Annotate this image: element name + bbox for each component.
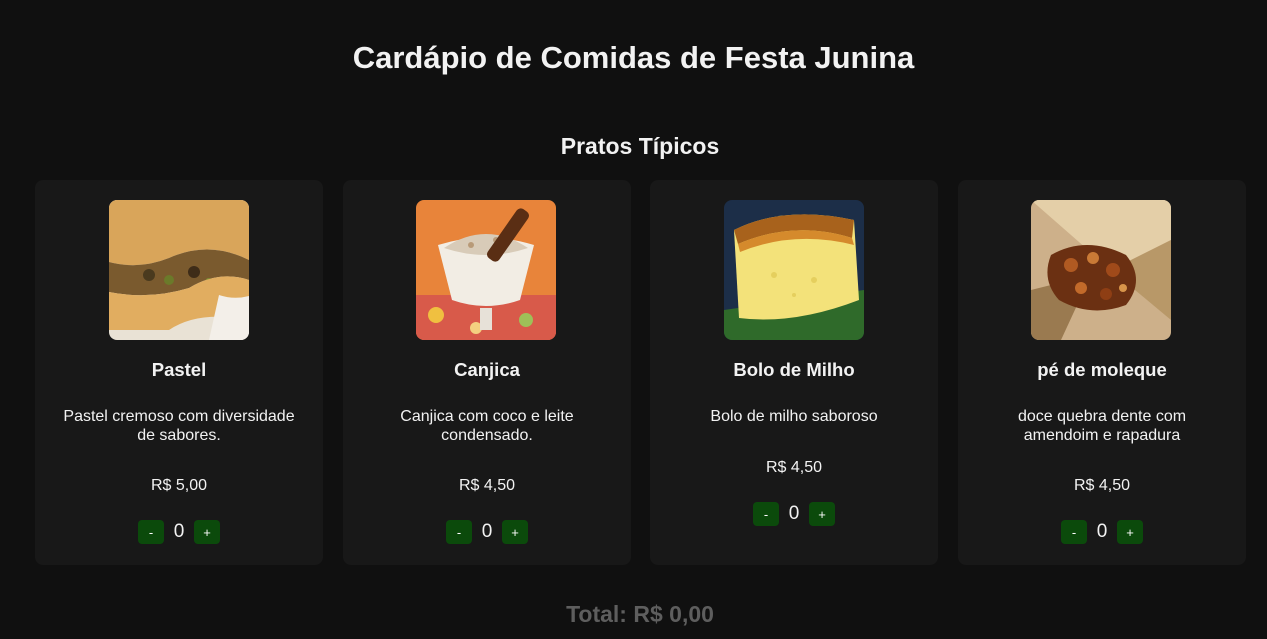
quantity-value: 0 (173, 521, 185, 542)
quantity-value: 0 (788, 503, 800, 524)
page-title: Cardápio de Comidas de Festa Junina (352, 40, 915, 75)
pastel-image (109, 200, 249, 340)
quantity-value: 0 (1096, 521, 1108, 542)
decrement-button[interactable]: - (138, 520, 164, 544)
quantity-value: 0 (481, 521, 493, 542)
item-description: Bolo de milho saboroso (710, 408, 878, 425)
item-name: Bolo de Milho (733, 359, 855, 380)
quantity-stepper: - 0 + (958, 520, 1246, 544)
increment-button[interactable]: + (194, 520, 220, 544)
menu-card-pe-de-moleque: pé de moleque doce quebra dente com amen… (958, 180, 1246, 565)
section-title: Pratos Típicos (560, 133, 720, 159)
item-description: Pastel cremoso com diversidade de sabore… (63, 408, 295, 444)
item-price: R$ 5,00 (150, 477, 208, 494)
canjica-image (416, 200, 556, 340)
bolo-de-milho-image (724, 200, 864, 340)
quantity-stepper: - 0 + (35, 520, 323, 544)
item-description: doce quebra dente com amendoim e rapadur… (1017, 408, 1187, 444)
increment-button[interactable]: + (502, 520, 528, 544)
item-price: R$ 4,50 (458, 477, 516, 494)
increment-button[interactable]: + (1117, 520, 1143, 544)
item-price: R$ 4,50 (1073, 477, 1131, 494)
item-name: Canjica (454, 359, 520, 380)
increment-button[interactable]: + (809, 502, 835, 526)
decrement-button[interactable]: - (753, 502, 779, 526)
menu-card-pastel: Pastel Pastel cremoso com diversidade de… (35, 180, 323, 565)
menu-page: Cardápio de Comidas de Festa Junina Prat… (0, 0, 1267, 639)
item-name: Pastel (151, 359, 207, 380)
pe-de-moleque-image (1031, 200, 1171, 340)
decrement-button[interactable]: - (1061, 520, 1087, 544)
decrement-button[interactable]: - (446, 520, 472, 544)
menu-card-bolo-de-milho: Bolo de Milho Bolo de milho saboroso R$ … (650, 180, 938, 565)
quantity-stepper: - 0 + (343, 520, 631, 544)
item-description: Canjica com coco e leite condensado. (400, 408, 574, 444)
item-name: pé de moleque (1037, 359, 1167, 380)
item-price: R$ 4,50 (765, 459, 823, 476)
menu-card-canjica: Canjica Canjica com coco e leite condens… (343, 180, 631, 565)
order-total: Total: R$ 0,00 (566, 601, 714, 627)
quantity-stepper: - 0 + (650, 502, 938, 526)
